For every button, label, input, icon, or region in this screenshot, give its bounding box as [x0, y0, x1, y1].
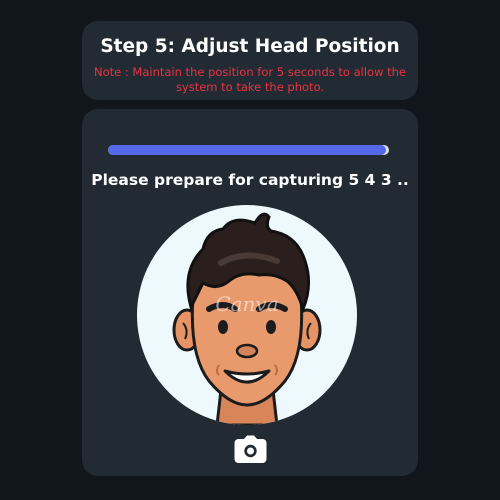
avatar-face-illustration: Canva: [172, 212, 322, 425]
capture-card: Please prepare for capturing 5 4 3 .. Ca…: [82, 109, 418, 476]
capture-photo-button[interactable]: [234, 435, 267, 465]
step-title: Step 5: Adjust Head Position: [100, 36, 400, 57]
capture-countdown-text: Please prepare for capturing 5 4 3 ..: [91, 171, 409, 189]
capture-progress-fill: [108, 145, 387, 155]
step-header-card: Step 5: Adjust Head Position Note : Main…: [82, 21, 418, 100]
instruction-note: Note : Maintain the position for 5 secon…: [94, 65, 406, 94]
capture-progress-bar: [108, 145, 389, 155]
head-position-preview: Canva: [137, 205, 357, 425]
watermark-text: Canva: [215, 292, 278, 316]
camera-icon: [234, 435, 267, 463]
page: Step 5: Adjust Head Position Note : Main…: [0, 0, 500, 500]
